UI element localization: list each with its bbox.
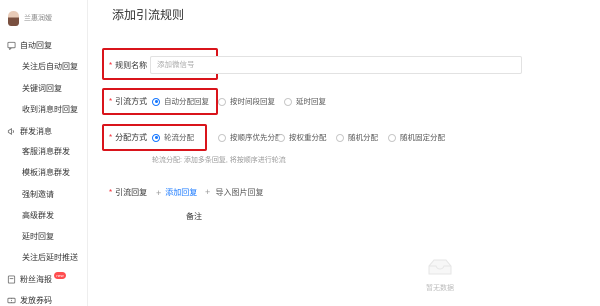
required-mark: * xyxy=(109,61,113,70)
nav-group-label: 群发消息 xyxy=(20,126,52,136)
radio-circle xyxy=(152,133,160,142)
sidebar-item-keyword-reply[interactable]: 关键词回复 xyxy=(22,81,62,95)
sidebar-item-delay-push[interactable]: 关注后延时推送 xyxy=(22,250,78,264)
import-image-reply-label: 导入图片回复 xyxy=(215,188,264,197)
required-mark: * xyxy=(109,188,113,197)
required-mark: * xyxy=(109,133,113,142)
sidebar-item-follow-auto-reply[interactable]: 关注后自动回复 xyxy=(22,59,78,73)
radio-label: 按顺序优先分配 xyxy=(230,133,283,142)
radio-label: 自动分配回复 xyxy=(164,97,209,106)
field-label: 规则名称 xyxy=(115,61,148,70)
nav-group-label: 发放券码 xyxy=(20,295,52,305)
radio-weighted[interactable]: 按权重分配 xyxy=(277,132,327,143)
radio-round-robin[interactable]: 轮流分配 xyxy=(152,132,194,143)
field-label: 分配方式 xyxy=(115,133,148,142)
field-label: 引流方式 xyxy=(115,97,148,106)
message-icon xyxy=(7,41,16,50)
sidebar-item-cs-broadcast[interactable]: 客服消息群发 xyxy=(22,144,70,158)
radio-auto-assign-reply[interactable]: 自动分配回复 xyxy=(152,96,209,107)
radio-label: 延时回复 xyxy=(296,97,326,106)
radio-label: 随机固定分配 xyxy=(400,133,445,142)
sidebar-item-message-reply[interactable]: 收到消息时回复 xyxy=(22,102,78,116)
new-badge: new xyxy=(54,271,66,279)
nav-group-label: 粉丝海报 xyxy=(20,274,52,284)
assign-mode-hint: 轮流分配: 添加多条回复, 将按顺序进行轮流 xyxy=(152,157,286,164)
radio-circle xyxy=(336,133,344,142)
required-mark: * xyxy=(109,97,113,106)
page-title: 添加引流规则 xyxy=(112,8,185,22)
broadcast-icon xyxy=(7,127,16,136)
coupon-icon xyxy=(7,296,16,305)
radio-random-fixed[interactable]: 随机固定分配 xyxy=(388,132,445,143)
column-header-remark: 备注 xyxy=(186,212,202,221)
radio-circle xyxy=(277,133,285,142)
account-profile[interactable]: 兰惠润嫒 xyxy=(8,10,52,26)
traffic-mode-label: * 引流方式 xyxy=(109,96,147,107)
radio-time-slot-reply[interactable]: 按时间段回复 xyxy=(218,96,275,107)
nav-group-auto-reply[interactable]: 自动回复 xyxy=(7,38,52,52)
sidebar-item-delay-reply[interactable]: 延时回复 xyxy=(22,229,54,243)
plus-icon: + xyxy=(156,187,162,198)
sidebar: 兰惠润嫒 自动回复 关注后自动回复 关键词回复 收到消息时回复 群发消息 客服消… xyxy=(0,0,88,306)
avatar xyxy=(8,10,19,26)
radio-label: 随机分配 xyxy=(348,133,378,142)
add-reply-button[interactable]: + 添加回复 xyxy=(156,187,197,198)
rule-name-input[interactable]: 添加微信号 xyxy=(150,56,522,74)
radio-circle xyxy=(388,133,396,142)
radio-label: 轮流分配 xyxy=(164,133,194,142)
field-label: 引流回复 xyxy=(115,188,148,197)
nav-group-broadcast[interactable]: 群发消息 xyxy=(7,124,52,138)
empty-box-icon xyxy=(426,257,454,277)
nav-group-coupon[interactable]: 发放券码 xyxy=(7,293,52,306)
radio-label: 按权重分配 xyxy=(289,133,327,142)
add-reply-label: 添加回复 xyxy=(165,188,198,197)
radio-circle xyxy=(284,97,292,106)
radio-label: 按时间段回复 xyxy=(230,97,275,106)
radio-circle xyxy=(218,97,226,106)
radio-delay-reply[interactable]: 延时回复 xyxy=(284,96,326,107)
sidebar-item-template-broadcast[interactable]: 模板消息群发 xyxy=(22,165,70,179)
radio-circle xyxy=(152,97,160,106)
account-name: 兰惠润嫒 xyxy=(24,15,52,22)
import-image-reply-button[interactable]: + 导入图片回复 xyxy=(205,187,264,198)
plus-icon: + xyxy=(205,187,211,197)
empty-state-text: 暂无数据 xyxy=(426,285,454,292)
sidebar-item-advanced-broadcast[interactable]: 高级群发 xyxy=(22,208,54,222)
radio-random[interactable]: 随机分配 xyxy=(336,132,378,143)
reply-label: * 引流回复 xyxy=(109,187,147,198)
poster-icon xyxy=(7,274,16,284)
rule-name-label: * 规则名称 xyxy=(109,60,147,71)
radio-circle xyxy=(218,133,226,142)
nav-group-label: 自动回复 xyxy=(20,40,52,50)
radio-priority-order[interactable]: 按顺序优先分配 xyxy=(218,132,283,143)
nav-group-poster[interactable]: 粉丝海报 new xyxy=(7,271,66,286)
sidebar-item-force-invite[interactable]: 强制邀请 xyxy=(22,187,54,201)
assign-mode-label: * 分配方式 xyxy=(109,132,147,143)
